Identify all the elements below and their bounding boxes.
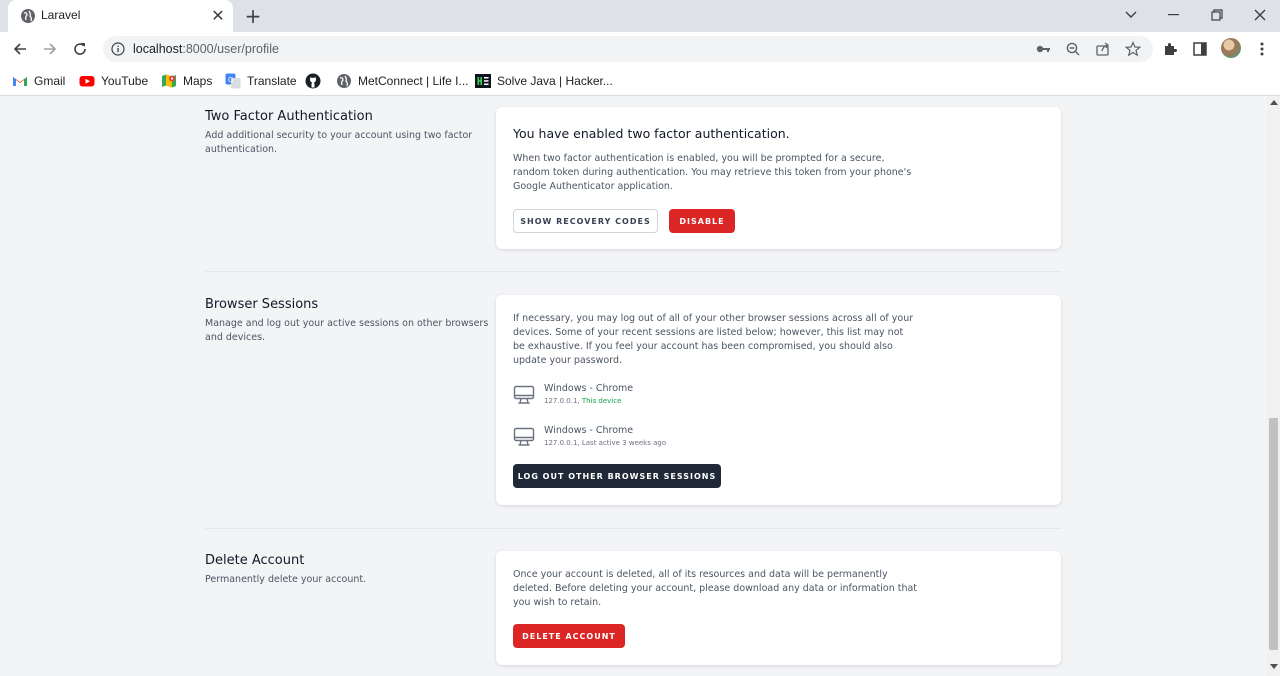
bookmark-label: Translate	[247, 74, 297, 88]
tab-title: Laravel	[41, 8, 81, 22]
scroll-up-arrow-icon[interactable]	[1270, 100, 1278, 105]
logout-other-sessions-button[interactable]: Log Out Other Browser Sessions	[513, 464, 721, 488]
two-factor-heading: You have enabled two factor authenticati…	[513, 126, 790, 141]
bookmarks-bar: Gmail YouTube Maps G Translate MetConnec…	[0, 66, 1280, 96]
youtube-icon	[79, 76, 95, 87]
bookmark-label: MetConnect | Life I...	[358, 74, 469, 88]
back-arrow-icon[interactable]	[9, 38, 31, 60]
globe-icon	[337, 74, 351, 88]
key-icon[interactable]	[1035, 41, 1051, 57]
maps-icon	[162, 74, 176, 88]
bookmark-youtube[interactable]: YouTube	[79, 71, 148, 91]
delete-account-title: Delete Account	[205, 553, 305, 568]
bookmark-maps[interactable]: Maps	[161, 71, 212, 91]
tab-search-chevron-icon[interactable]	[1120, 4, 1142, 26]
bookmark-github[interactable]	[305, 71, 327, 91]
delete-account-card: Once your account is deleted, all of its…	[496, 551, 1061, 665]
new-tab-button[interactable]: +	[243, 6, 263, 26]
share-icon[interactable]	[1095, 41, 1111, 57]
forward-arrow-icon[interactable]	[39, 38, 61, 60]
two-factor-card: You have enabled two factor authenticati…	[496, 107, 1061, 249]
reload-icon[interactable]	[69, 38, 91, 60]
delete-account-button[interactable]: Delete Account	[513, 624, 625, 648]
bookmark-label: Solve Java | Hacker...	[497, 74, 613, 88]
disable-two-factor-button[interactable]: Disable	[669, 209, 735, 233]
session-status: Last active 3 weeks ago	[581, 439, 667, 447]
hackerrank-icon	[475, 74, 491, 88]
url-host: localhost	[133, 42, 183, 56]
zoom-out-icon[interactable]	[1065, 41, 1081, 57]
session-browser: Windows - Chrome	[544, 383, 634, 394]
two-factor-body: When two factor authentication is enable…	[513, 153, 912, 192]
desktop-monitor-icon	[513, 385, 535, 404]
close-window-icon[interactable]	[1249, 4, 1271, 26]
globe-icon	[21, 9, 35, 23]
menu-kebab-icon[interactable]	[1254, 41, 1270, 57]
delete-account-body: Once your account is deleted, all of its…	[513, 569, 918, 608]
bookmark-hackerrank[interactable]: Solve Java | Hacker...	[475, 71, 613, 91]
bookmark-translate[interactable]: G Translate	[225, 71, 297, 91]
scroll-down-arrow-icon[interactable]	[1270, 664, 1278, 669]
session-status: This device	[581, 397, 622, 405]
tab-strip: Laravel ✕ +	[0, 0, 1280, 32]
bookmark-metconnect[interactable]: MetConnect | Life I...	[336, 71, 469, 91]
two-factor-title: Two Factor Authentication	[205, 109, 373, 124]
minimize-icon[interactable]	[1163, 4, 1185, 26]
bookmark-label: Maps	[183, 74, 213, 88]
bookmark-star-icon[interactable]	[1125, 41, 1141, 57]
url-text[interactable]: localhost:8000/user/profile	[133, 42, 279, 56]
gmail-icon	[13, 77, 27, 86]
restore-icon[interactable]	[1206, 4, 1228, 26]
desktop-monitor-icon	[513, 427, 535, 446]
two-factor-description: Add additional security to your account …	[205, 130, 473, 155]
browser-sessions-card: If necessary, you may log out of all of …	[496, 295, 1061, 505]
section-divider	[205, 271, 1061, 272]
address-bar[interactable]: localhost:8000/user/profile	[103, 36, 1153, 62]
session-browser: Windows - Chrome	[544, 425, 634, 436]
page-viewport: Two Factor Authentication Add additional…	[0, 96, 1267, 676]
extensions-puzzle-icon[interactable]	[1162, 41, 1178, 57]
scrollbar-thumb[interactable]	[1269, 418, 1278, 650]
show-recovery-codes-button[interactable]: Show Recovery Codes	[513, 209, 658, 233]
translate-icon: G	[225, 73, 241, 89]
session-ip: 127.0.0.1,	[544, 397, 582, 405]
url-path: :8000/user/profile	[182, 42, 279, 56]
section-divider	[205, 528, 1061, 529]
tab-close-icon[interactable]: ✕	[209, 7, 227, 25]
session-meta: 127.0.0.1, This device	[544, 397, 621, 405]
browser-sessions-description: Manage and log out your active sessions …	[205, 318, 489, 343]
session-ip: 127.0.0.1,	[544, 439, 582, 447]
side-panel-icon[interactable]	[1192, 41, 1208, 57]
bookmark-label: YouTube	[101, 74, 149, 88]
bookmark-gmail[interactable]: Gmail	[12, 71, 65, 91]
session-meta: 127.0.0.1, Last active 3 weeks ago	[544, 439, 666, 447]
browser-sessions-title: Browser Sessions	[205, 297, 319, 312]
bookmark-label: Gmail	[34, 74, 66, 88]
github-icon	[305, 73, 321, 89]
svg-text:G: G	[228, 76, 233, 84]
browser-tab[interactable]: Laravel ✕	[8, 0, 233, 32]
profile-avatar[interactable]	[1221, 38, 1241, 58]
site-info-icon[interactable]	[111, 42, 125, 56]
browser-toolbar: localhost:8000/user/profile	[0, 32, 1280, 66]
page-scrollbar[interactable]	[1267, 96, 1280, 676]
browser-sessions-body: If necessary, you may log out of all of …	[513, 313, 914, 366]
delete-account-description: Permanently delete your account.	[205, 574, 367, 585]
